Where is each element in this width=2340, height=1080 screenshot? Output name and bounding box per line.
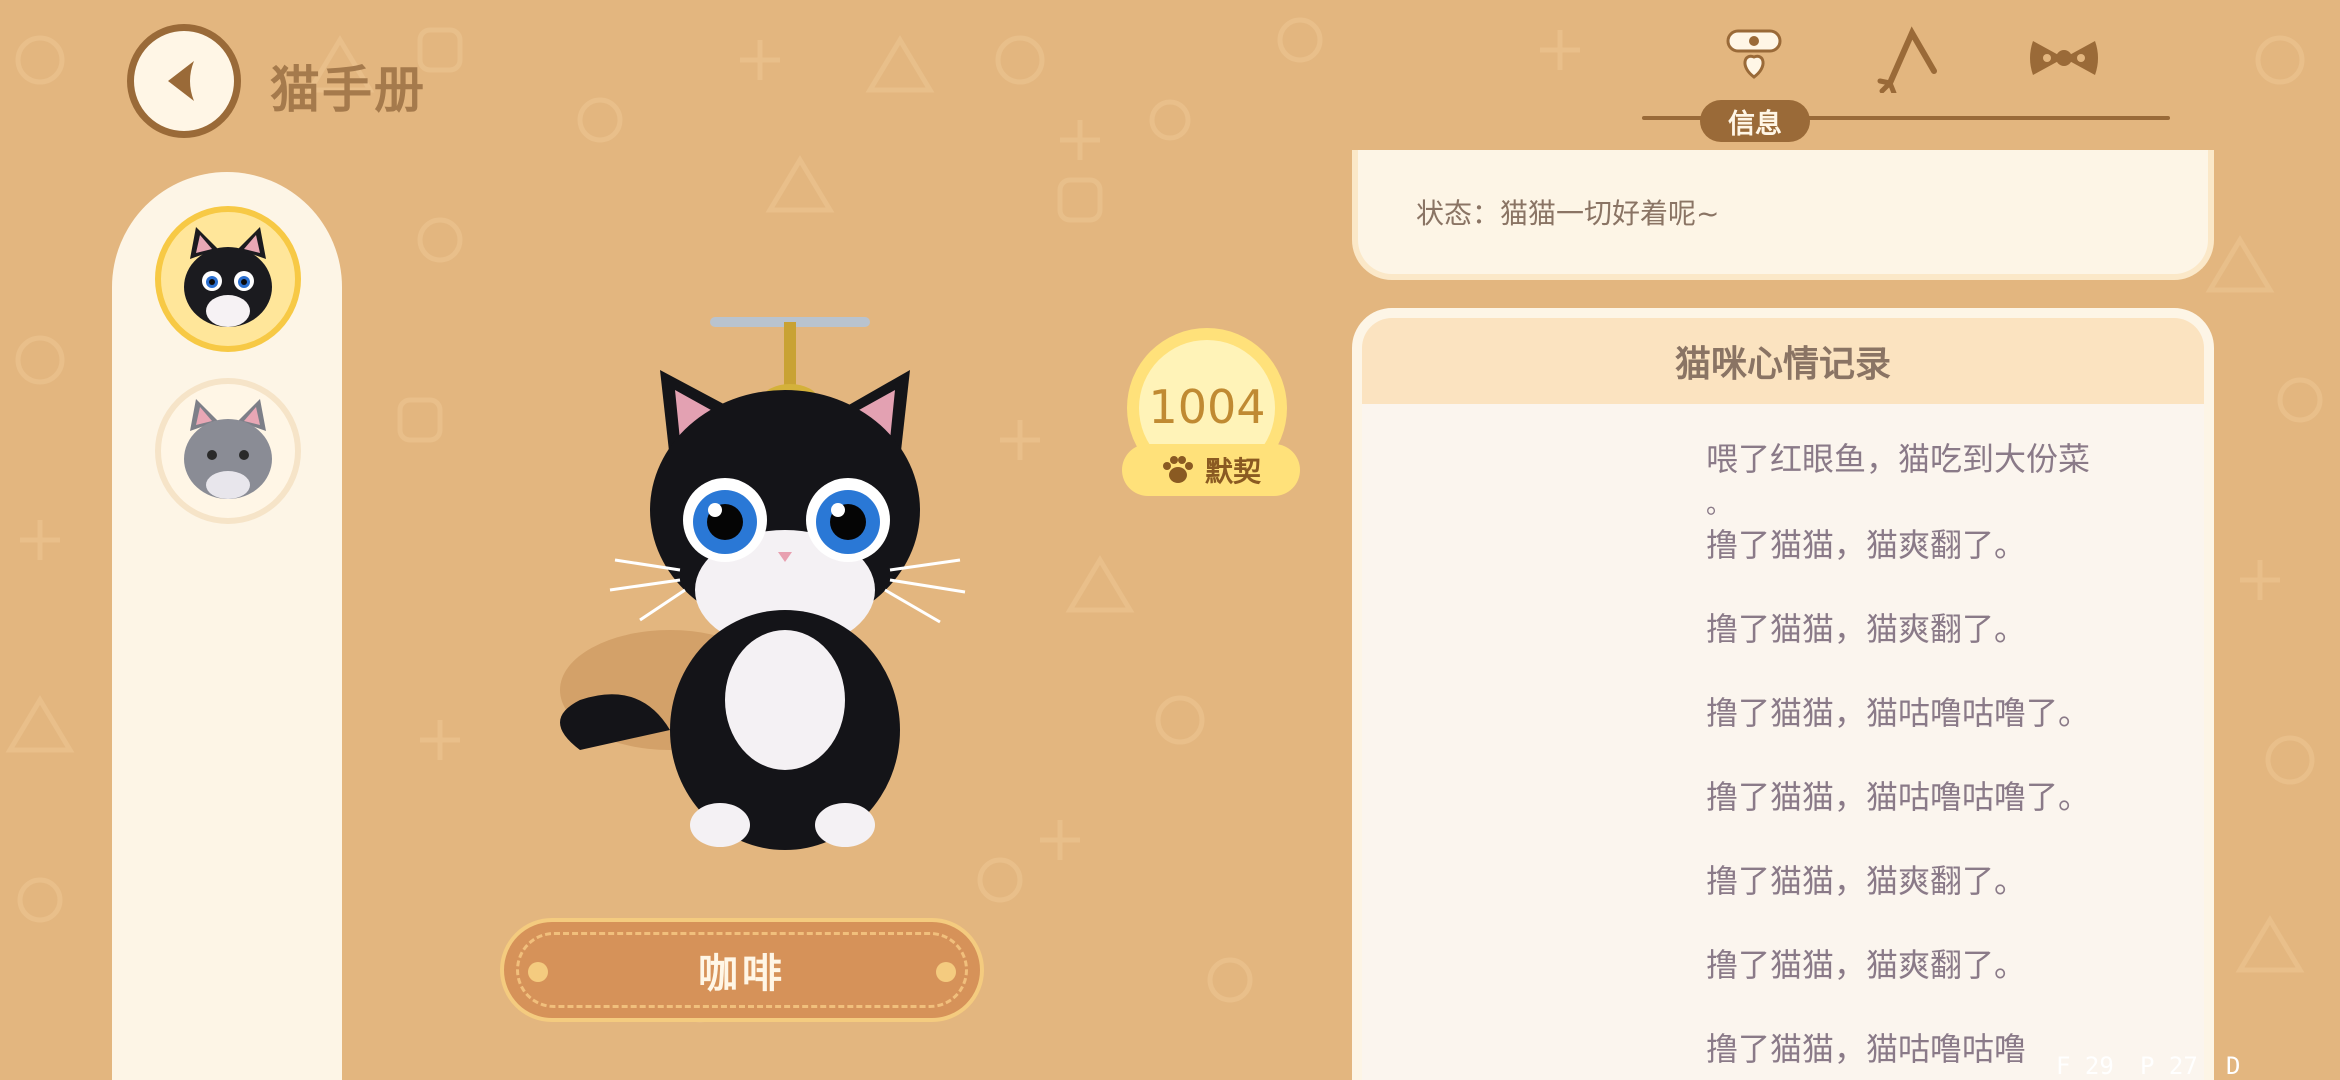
mood-log-entry: 撸了猫猫，猫咕噜咕噜 [1706,1030,2027,1068]
cat-avatar-black-white[interactable] [155,206,301,352]
cat-avatar-gray[interactable] [155,378,301,524]
mood-log-entry: 撸了猫猫，猫爽翻了。 [1706,946,2027,984]
cat-wand-icon [1877,26,1937,93]
mood-log-entry: 。 [1706,490,1733,520]
mood-log-entry: 喂了红眼鱼，猫吃到大份菜 [1706,440,2091,478]
debug-f: F 29 [2056,1052,2114,1080]
back-button[interactable] [127,24,241,138]
mood-log-entry: 撸了猫猫，猫爽翻了。 [1706,526,2027,564]
back-arrow-icon [168,61,194,101]
tab-accessories[interactable] [2024,20,2104,96]
debug-d: D 8dhtdfe [2226,1052,2241,1080]
bond-badge: 1004 默契 [1122,326,1302,498]
tab-info[interactable] [1714,20,1794,96]
banner-dot-left [528,962,548,982]
cat-3d-model [560,317,966,850]
debug-p: P 27 [2140,1052,2198,1080]
page-title: 猫手册 [270,61,426,119]
collar-icon [1726,29,1782,79]
cat-name: 咖啡 [698,951,786,997]
cat-list-sidebar [112,172,342,1080]
mood-log-list[interactable]: 喂了红眼鱼，猫吃到大份菜 。 撸了猫猫，猫爽翻了。 撸了猫猫，猫爽翻了。 撸了猫… [1362,404,2204,1080]
bond-value: 1004 [1148,380,1266,434]
mood-log-title: 猫咪心情记录 [1362,318,2204,404]
mood-log-entry: 撸了猫猫，猫咕噜咕噜了。 [1706,778,2091,816]
black-cat-portrait-icon [184,227,272,327]
cat-name-banner[interactable]: 咖啡 [500,918,984,1022]
paw-icon [1162,456,1193,483]
status-text: 状态：猫猫一切好着呢~ [1416,197,1720,230]
mood-log-entry: 撸了猫猫，猫咕噜咕噜了。 [1706,694,2091,732]
bow-icon [2030,41,2098,75]
bond-label: 默契 [1204,455,1261,488]
bond-label-pill: 默契 [1122,444,1300,496]
gray-cat-portrait-icon [184,399,272,499]
status-panel: 状态：猫猫一切好着呢~ [1352,150,2214,280]
tab-info-label[interactable]: 信息 [1700,100,1810,142]
tab-toys[interactable] [1868,20,1948,96]
banner-dot-right [936,962,956,982]
mood-log-panel[interactable]: 猫咪心情记录 喂了红眼鱼，猫吃到大份菜 。 撸了猫猫，猫爽翻了。 撸了猫猫，猫爽… [1352,308,2214,1080]
mood-log-entry: 撸了猫猫，猫爽翻了。 [1706,862,2027,900]
mood-log-entry: 撸了猫猫，猫爽翻了。 [1706,610,2027,648]
